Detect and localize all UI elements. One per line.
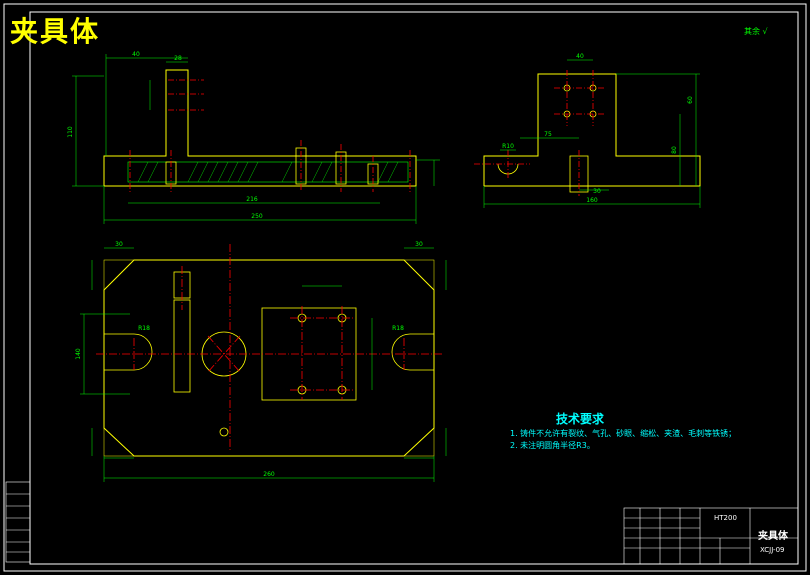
dim-side-width: 160	[586, 197, 598, 204]
dim-side-40: 40	[576, 53, 584, 60]
dim-side-30: 30	[593, 188, 601, 195]
dim-plan-r18: R18	[138, 325, 150, 332]
dim-plan-height: 140	[75, 348, 82, 360]
drawing-title: 夹具体	[10, 15, 101, 48]
front-section	[127, 161, 409, 183]
dim-side-height-a: 60	[687, 96, 694, 104]
dim-front-top: 40	[132, 51, 140, 58]
inner-border	[29, 11, 799, 565]
roughness-note: 其余 √	[744, 26, 768, 37]
plan-outline	[103, 259, 435, 457]
title-block-material: HT200	[714, 514, 737, 522]
dim-front-overall: 250	[251, 213, 263, 220]
outer-border	[3, 3, 807, 572]
dim-side-75: 75	[544, 131, 552, 138]
dim-plan-overall: 260	[263, 471, 275, 478]
tech-req-line1: 1. 铸件不允许有裂纹、气孔、砂眼、缩松、夹渣、毛刺等铁锈；	[510, 429, 737, 438]
tech-req-heading: 技术要求	[556, 412, 605, 426]
dim-front-height: 110	[67, 126, 74, 138]
dim-front-top-small: 28	[174, 55, 182, 62]
roughness-check-icon: √	[762, 27, 768, 36]
roughness-label: 其余	[744, 27, 760, 36]
cad-drawing: 250 216 110 40 28 160 60 80 75 40 30 R10…	[3, 3, 807, 572]
tech-req-line2: 2. 未注明圆角半径R3。	[510, 441, 595, 450]
plan-view: 260 140 30 30 R18 R18	[75, 241, 447, 482]
title-block-part-name: 夹具体	[758, 531, 788, 542]
title-block-drawing-no: XCJJ-09	[760, 546, 785, 554]
front-view: 250 216 110 40 28	[67, 51, 440, 224]
title-block	[5, 481, 799, 565]
dim-side-height-b: 80	[671, 146, 678, 154]
dim-plan-corner-b: 30	[415, 241, 423, 248]
dim-front-inner: 216	[246, 196, 258, 203]
dim-side-r10: R10	[502, 143, 514, 150]
dim-plan-corner: 30	[115, 241, 123, 248]
drawing-canvas: 250 216 110 40 28 160 60 80 75 40 30 R10…	[0, 0, 810, 575]
side-view: 160 60 80 75 40 30 R10	[474, 53, 701, 208]
dim-plan-r18b: R18	[392, 325, 404, 332]
front-outline	[103, 69, 417, 187]
